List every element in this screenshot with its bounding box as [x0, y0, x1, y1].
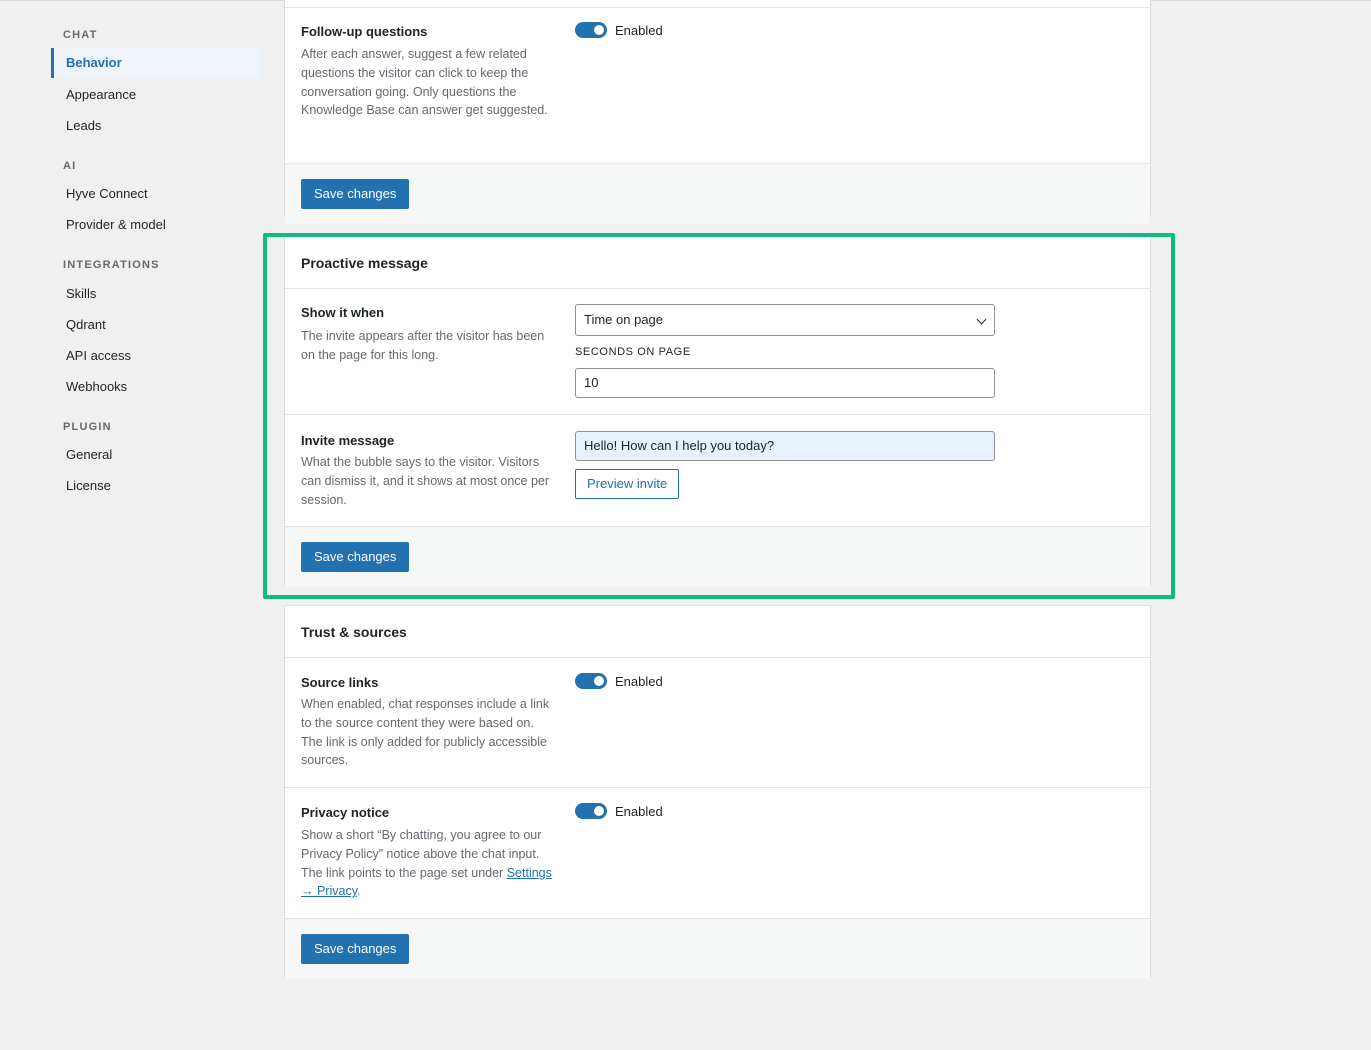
privacy-notice-label: Privacy notice — [301, 805, 390, 820]
trust-card-title: Trust & sources — [285, 606, 1150, 658]
trust-sources-card: Trust & sources Source links When enable… — [284, 605, 1151, 979]
show-it-when-label: Show it when — [301, 305, 385, 320]
sidebar-item-qdrant[interactable]: Qdrant — [51, 310, 261, 340]
nav-heading-plugin: PLUGIN — [63, 421, 112, 433]
sidebar-item-license[interactable]: License — [51, 471, 261, 501]
chevron-down-icon — [976, 314, 987, 325]
followup-toggle[interactable] — [575, 22, 607, 38]
nav-heading-ai: AI — [63, 160, 77, 172]
followup-card-footer: Save changes — [285, 164, 1150, 224]
sidebar-item-behavior[interactable]: Behavior — [51, 48, 261, 78]
proactive-card-title: Proactive message — [285, 237, 1150, 289]
sidebar-item-general[interactable]: General — [51, 440, 261, 470]
show-it-when-description: The invite appears after the visitor has… — [301, 329, 545, 362]
privacy-desc-end: . — [357, 884, 361, 899]
source-links-toggle-group: Enabled — [575, 673, 663, 689]
nav-heading-integrations: INTEGRATIONS — [63, 259, 160, 271]
invite-message-label: Invite message — [301, 433, 395, 448]
behavior-card: Follow-up questions After each answer, s… — [284, 0, 1151, 224]
seconds-on-page-input[interactable]: 10 — [575, 368, 995, 398]
trigger-select[interactable]: Time on page — [575, 304, 995, 336]
privacy-notice-description: Show a short “By chatting, you agree to … — [301, 826, 553, 901]
privacy-desc-text: Show a short “By chatting, you agree to … — [301, 828, 542, 880]
source-links-toggle[interactable] — [575, 673, 607, 689]
privacy-notice-toggle[interactable] — [575, 803, 607, 819]
invite-message-row: Invite message What the bubble says to t… — [285, 415, 1150, 527]
save-button[interactable]: Save changes — [301, 542, 410, 572]
trigger-select-value: Time on page — [584, 312, 664, 327]
invite-message-input[interactable]: Hello! How can I help you today? — [575, 431, 995, 461]
sidebar-item-leads[interactable]: Leads — [51, 111, 261, 141]
proactive-card-footer: Save changes — [285, 527, 1150, 587]
sidebar-item-hyve-connect[interactable]: Hyve Connect — [51, 179, 261, 209]
show-it-when-row: Show it when The invite appears after th… — [285, 289, 1150, 415]
source-links-description: When enabled, chat responses include a l… — [301, 697, 550, 768]
save-button[interactable]: Save changes — [301, 934, 410, 964]
followup-toggle-group: Enabled — [575, 22, 663, 38]
invite-message-description: What the bubble says to the visitor. Vis… — [301, 455, 550, 507]
followup-label: Follow-up questions — [301, 24, 428, 39]
sidebar-item-appearance[interactable]: Appearance — [51, 80, 261, 110]
followup-toggle-label: Enabled — [615, 22, 663, 38]
save-button[interactable]: Save changes — [301, 179, 410, 209]
nav-heading-chat: CHAT — [63, 29, 98, 41]
source-links-row: Source links When enabled, chat response… — [285, 658, 1150, 788]
followup-description: After each answer, suggest a few related… — [301, 47, 548, 118]
privacy-notice-row: Privacy notice Show a short “By chatting… — [285, 788, 1150, 919]
sidebar-item-api-access[interactable]: API access — [51, 341, 261, 371]
seconds-on-page-label: SECONDS ON PAGE — [575, 346, 691, 358]
followup-row: Follow-up questions After each answer, s… — [285, 7, 1150, 164]
sidebar-item-skills[interactable]: Skills — [51, 279, 261, 309]
source-links-toggle-label: Enabled — [615, 673, 663, 689]
privacy-notice-toggle-label: Enabled — [615, 803, 663, 819]
sidebar-item-provider-model[interactable]: Provider & model — [51, 210, 261, 240]
proactive-message-card: Proactive message Show it when The invit… — [284, 236, 1151, 587]
privacy-notice-toggle-group: Enabled — [575, 803, 663, 819]
trust-card-footer: Save changes — [285, 919, 1150, 979]
preview-invite-button[interactable]: Preview invite — [575, 469, 680, 499]
source-links-label: Source links — [301, 675, 379, 690]
sidebar-item-webhooks[interactable]: Webhooks — [51, 372, 261, 402]
